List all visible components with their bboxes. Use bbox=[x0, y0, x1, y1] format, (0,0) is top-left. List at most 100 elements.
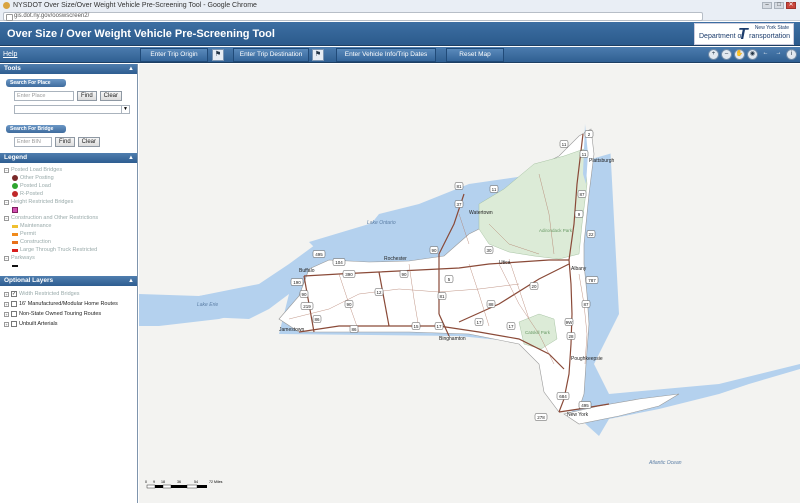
expand-icon[interactable]: + bbox=[4, 291, 9, 297]
height-restricted-symbol-icon bbox=[12, 207, 18, 213]
zoom-out-icon[interactable]: – bbox=[721, 49, 732, 60]
label-adirondack-park: Adirondack Park bbox=[539, 228, 573, 233]
layer-checkbox[interactable] bbox=[11, 311, 17, 317]
legend-other-posting: Other Posting bbox=[20, 175, 54, 181]
r-posted-symbol-icon bbox=[12, 191, 18, 197]
expand-icon[interactable]: + bbox=[4, 311, 9, 317]
expand-icon[interactable]: + bbox=[4, 301, 9, 307]
maximize-button[interactable]: □ bbox=[774, 2, 784, 9]
vehicle-info-button[interactable]: Enter Vehicle Info/Trip Dates bbox=[336, 48, 436, 62]
route-shield-label: 17 bbox=[476, 320, 482, 325]
bridge-clear-button[interactable]: Clear bbox=[77, 137, 101, 147]
place-search-input[interactable]: Enter Place bbox=[14, 91, 74, 101]
route-shield-label: 87 bbox=[579, 192, 585, 197]
full-extent-icon[interactable]: ◉ bbox=[747, 49, 758, 60]
legend-large-truck: Large Through Truck Restricted bbox=[20, 247, 98, 253]
browser-chrome: NYSDOT Over Size/Over Weight Vehicle Pre… bbox=[0, 0, 800, 21]
scale-label: 36 bbox=[177, 480, 181, 484]
collapse-icon[interactable]: ▲ bbox=[128, 153, 134, 163]
help-link[interactable]: Help bbox=[3, 51, 17, 58]
collapse-icon[interactable]: ▲ bbox=[128, 64, 134, 74]
legend-panel-header[interactable]: Legend ▲ bbox=[0, 153, 137, 163]
route-shield-label: 11 bbox=[492, 187, 497, 192]
layer-checkbox[interactable] bbox=[11, 301, 17, 307]
app-title: Over Size / Over Weight Vehicle Pre-Scre… bbox=[7, 28, 275, 40]
tools-panel-header[interactable]: Tools ▲ bbox=[0, 64, 137, 74]
forward-arrow-icon[interactable]: → bbox=[773, 49, 784, 60]
address-bar-row: gis.dot.ny.gov/ooswscreen2/ bbox=[0, 11, 800, 21]
label-utica: Utica bbox=[499, 260, 511, 266]
label-watertown: Watertown bbox=[469, 210, 493, 216]
nysdot-logo: New York State Department of T ransporta… bbox=[694, 23, 794, 45]
dropdown-arrow-icon[interactable]: ▼ bbox=[121, 106, 129, 113]
optional-layers-header[interactable]: Optional Layers ▲ bbox=[0, 276, 137, 286]
origin-flag-icon[interactable]: ⚑ bbox=[212, 49, 224, 61]
posted-load-symbol-icon bbox=[12, 183, 18, 189]
info-icon[interactable]: i bbox=[786, 49, 797, 60]
map-svg[interactable]: Lake Ontario Lake Erie Atlantic Ocean Ad… bbox=[139, 64, 800, 503]
place-results-dropdown[interactable]: ▼ bbox=[14, 105, 130, 114]
route-shield-label: 88 bbox=[488, 302, 494, 307]
favicon-icon bbox=[3, 2, 10, 9]
maintenance-line-icon bbox=[12, 224, 18, 228]
legend-parkways: Parkways bbox=[11, 255, 35, 261]
bin-search-input[interactable]: Enter BIN bbox=[14, 137, 52, 147]
layer-manufactured-home-routes: 16' Manufactured/Modular Home Routes bbox=[19, 301, 118, 307]
route-shield-label: 90 bbox=[301, 292, 307, 297]
zoom-in-icon[interactable]: + bbox=[708, 49, 719, 60]
layer-unbuilt-arterials: Unbuilt Arterials bbox=[19, 321, 58, 327]
destination-flag-icon[interactable]: ⚑ bbox=[312, 49, 324, 61]
search-place-label: Search For Place bbox=[6, 79, 66, 87]
address-bar[interactable]: gis.dot.ny.gov/ooswscreen2/ bbox=[3, 11, 703, 21]
bridge-find-button[interactable]: Find bbox=[55, 137, 75, 147]
parkway-line-icon bbox=[12, 265, 18, 267]
expand-icon[interactable]: + bbox=[4, 321, 9, 327]
route-shield-label: 11 bbox=[562, 142, 567, 147]
route-shield-label: 90 bbox=[431, 248, 437, 253]
scale-label: 18 bbox=[161, 480, 165, 484]
trip-destination-button[interactable]: Enter Trip Destination bbox=[233, 48, 309, 62]
app-banner: Over Size / Over Weight Vehicle Pre-Scre… bbox=[0, 22, 800, 46]
expand-icon[interactable]: − bbox=[4, 255, 9, 261]
label-lake-erie: Lake Erie bbox=[197, 302, 218, 308]
window-title: NYSDOT Over Size/Over Weight Vehicle Pre… bbox=[13, 2, 257, 9]
expand-icon[interactable]: − bbox=[4, 199, 9, 205]
construction-line-icon bbox=[12, 240, 18, 244]
back-arrow-icon[interactable]: ← bbox=[760, 49, 771, 60]
label-poughkeepsie: Poughkeepsie bbox=[571, 356, 603, 362]
minimize-button[interactable]: – bbox=[762, 2, 772, 9]
route-shield-label: 11 bbox=[582, 152, 587, 157]
expand-icon[interactable]: − bbox=[4, 215, 9, 221]
trip-origin-button[interactable]: Enter Trip Origin bbox=[140, 48, 208, 62]
route-shield-label: 86 bbox=[351, 327, 357, 332]
legend-r-posted: R-Posted bbox=[20, 191, 43, 197]
land-new-england bbox=[594, 104, 800, 394]
place-find-button[interactable]: Find bbox=[77, 91, 97, 101]
collapse-icon[interactable]: ▲ bbox=[128, 276, 134, 286]
label-rochester: Rochester bbox=[384, 256, 407, 262]
reset-map-button[interactable]: Reset Map bbox=[446, 48, 504, 62]
expand-icon[interactable]: − bbox=[4, 167, 9, 173]
route-shield-label: 90 bbox=[346, 302, 352, 307]
route-shield-label: 87 bbox=[583, 302, 589, 307]
logo-dept-text: Department of bbox=[699, 33, 744, 40]
route-shield-label: 495 bbox=[581, 403, 589, 408]
pan-hand-icon[interactable]: ✋ bbox=[734, 49, 745, 60]
label-buffalo: Buffalo bbox=[299, 268, 315, 274]
main-toolbar: Help Enter Trip Origin ⚑ Enter Trip Dest… bbox=[0, 47, 800, 63]
route-shield-label: 37 bbox=[456, 202, 462, 207]
close-button[interactable]: ✕ bbox=[786, 2, 796, 9]
route-shield-label: 390 bbox=[345, 272, 353, 277]
route-shield-label: 30 bbox=[486, 248, 492, 253]
route-shield-label: 15 bbox=[413, 324, 419, 329]
layer-checkbox[interactable] bbox=[11, 321, 17, 327]
legend-posted-load-bridges: Posted Load Bridges bbox=[11, 167, 63, 173]
route-shield-label: 28 bbox=[568, 334, 574, 339]
route-shield-label: 17 bbox=[436, 324, 442, 329]
label-atlantic-ocean: Atlantic Ocean bbox=[648, 460, 682, 466]
place-clear-button[interactable]: Clear bbox=[99, 91, 123, 101]
optional-layers-list: + ✓ Width Restricted Bridges +16' Manufact… bbox=[0, 286, 137, 329]
layer-checkbox[interactable]: ✓ bbox=[11, 291, 17, 297]
map-canvas[interactable]: Lake Ontario Lake Erie Atlantic Ocean Ad… bbox=[139, 64, 800, 503]
search-bridge-label: Search For Bridge bbox=[6, 125, 66, 133]
